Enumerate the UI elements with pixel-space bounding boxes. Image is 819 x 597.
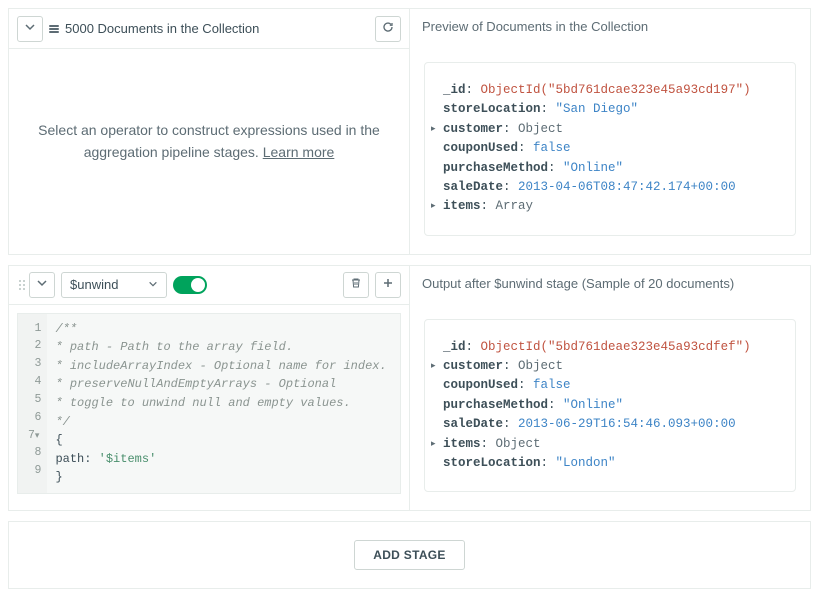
doc-field: couponUsed: false — [443, 376, 781, 395]
collapse-button[interactable] — [17, 16, 43, 42]
stage-row: $unwind 1234567▾89 /** * — [8, 265, 811, 522]
aggregation-builder: 5000 Documents in the Collection Select … — [0, 0, 819, 597]
empty-line-1: Select an operator to construct expressi… — [38, 122, 380, 138]
add-stage-after-button[interactable] — [375, 272, 401, 298]
stage-output-pane: Output after $unwind stage (Sample of 20… — [409, 265, 811, 512]
learn-more-link[interactable]: Learn more — [263, 144, 335, 160]
doc-field: saleDate: 2013-06-29T16:54:46.093+00:00 — [443, 415, 781, 434]
doc-field: _id: ObjectId("5bd761deae323e45a93cdfef"… — [443, 338, 781, 357]
document-card: _id: ObjectId("5bd761dcae323e45a93cd197"… — [424, 62, 796, 236]
line-gutter: 1234567▾89 — [18, 314, 47, 493]
source-body: Select an operator to construct expressi… — [9, 49, 409, 234]
stage-enabled-toggle[interactable] — [173, 276, 207, 294]
database-icon — [49, 25, 59, 33]
source-left-pane: 5000 Documents in the Collection Select … — [8, 8, 409, 255]
trash-icon — [350, 277, 362, 292]
doc-field: purchaseMethod: "Online" — [443, 396, 781, 415]
doc-field: storeLocation: "San Diego" — [443, 100, 781, 119]
doc-field: saleDate: 2013-04-06T08:47:42.174+00:00 — [443, 178, 781, 197]
doc-count: 5000 Documents in the Collection — [49, 21, 259, 36]
doc-field-expandable[interactable]: customer: Object — [443, 357, 781, 376]
add-stage-row: ADD STAGE — [8, 521, 811, 589]
stage-header: $unwind — [9, 266, 409, 305]
stage-left-pane: $unwind 1234567▾89 /** * — [8, 265, 409, 512]
source-row: 5000 Documents in the Collection Select … — [8, 8, 811, 265]
doc-field-expandable[interactable]: customer: Object — [443, 120, 781, 139]
chevron-down-icon — [36, 277, 48, 292]
operator-value: $unwind — [70, 277, 118, 292]
stage-collapse-button[interactable] — [29, 272, 55, 298]
empty-state-message: Select an operator to construct expressi… — [29, 89, 389, 194]
doc-field: storeLocation: "London" — [443, 454, 781, 473]
chevron-down-icon — [24, 21, 36, 36]
source-header: 5000 Documents in the Collection — [9, 9, 409, 49]
doc-field: couponUsed: false — [443, 139, 781, 158]
doc-field-expandable[interactable]: items: Object — [443, 435, 781, 454]
output-title: Output after $unwind stage (Sample of 20… — [410, 266, 810, 301]
document-card: _id: ObjectId("5bd761deae323e45a93cdfef"… — [424, 319, 796, 493]
preview-title: Preview of Documents in the Collection — [410, 9, 810, 44]
drag-handle-icon[interactable] — [17, 280, 23, 290]
operator-select[interactable]: $unwind — [61, 272, 167, 298]
add-stage-button[interactable]: ADD STAGE — [354, 540, 464, 570]
source-preview-pane: Preview of Documents in the Collection _… — [409, 8, 811, 255]
doc-field: purchaseMethod: "Online" — [443, 159, 781, 178]
doc-count-label: 5000 Documents in the Collection — [65, 21, 259, 36]
stage-code-editor[interactable]: 1234567▾89 /** * path - Path to the arra… — [17, 313, 401, 494]
delete-stage-button[interactable] — [343, 272, 369, 298]
refresh-button[interactable] — [375, 16, 401, 42]
code-body[interactable]: /** * path - Path to the array field. * … — [47, 314, 400, 493]
chevron-down-icon — [148, 277, 158, 292]
empty-line-2: aggregation pipeline stages. — [84, 144, 259, 160]
refresh-icon — [382, 21, 394, 36]
doc-field-expandable[interactable]: items: Array — [443, 197, 781, 216]
doc-field: _id: ObjectId("5bd761dcae323e45a93cd197"… — [443, 81, 781, 100]
plus-icon — [382, 277, 394, 292]
